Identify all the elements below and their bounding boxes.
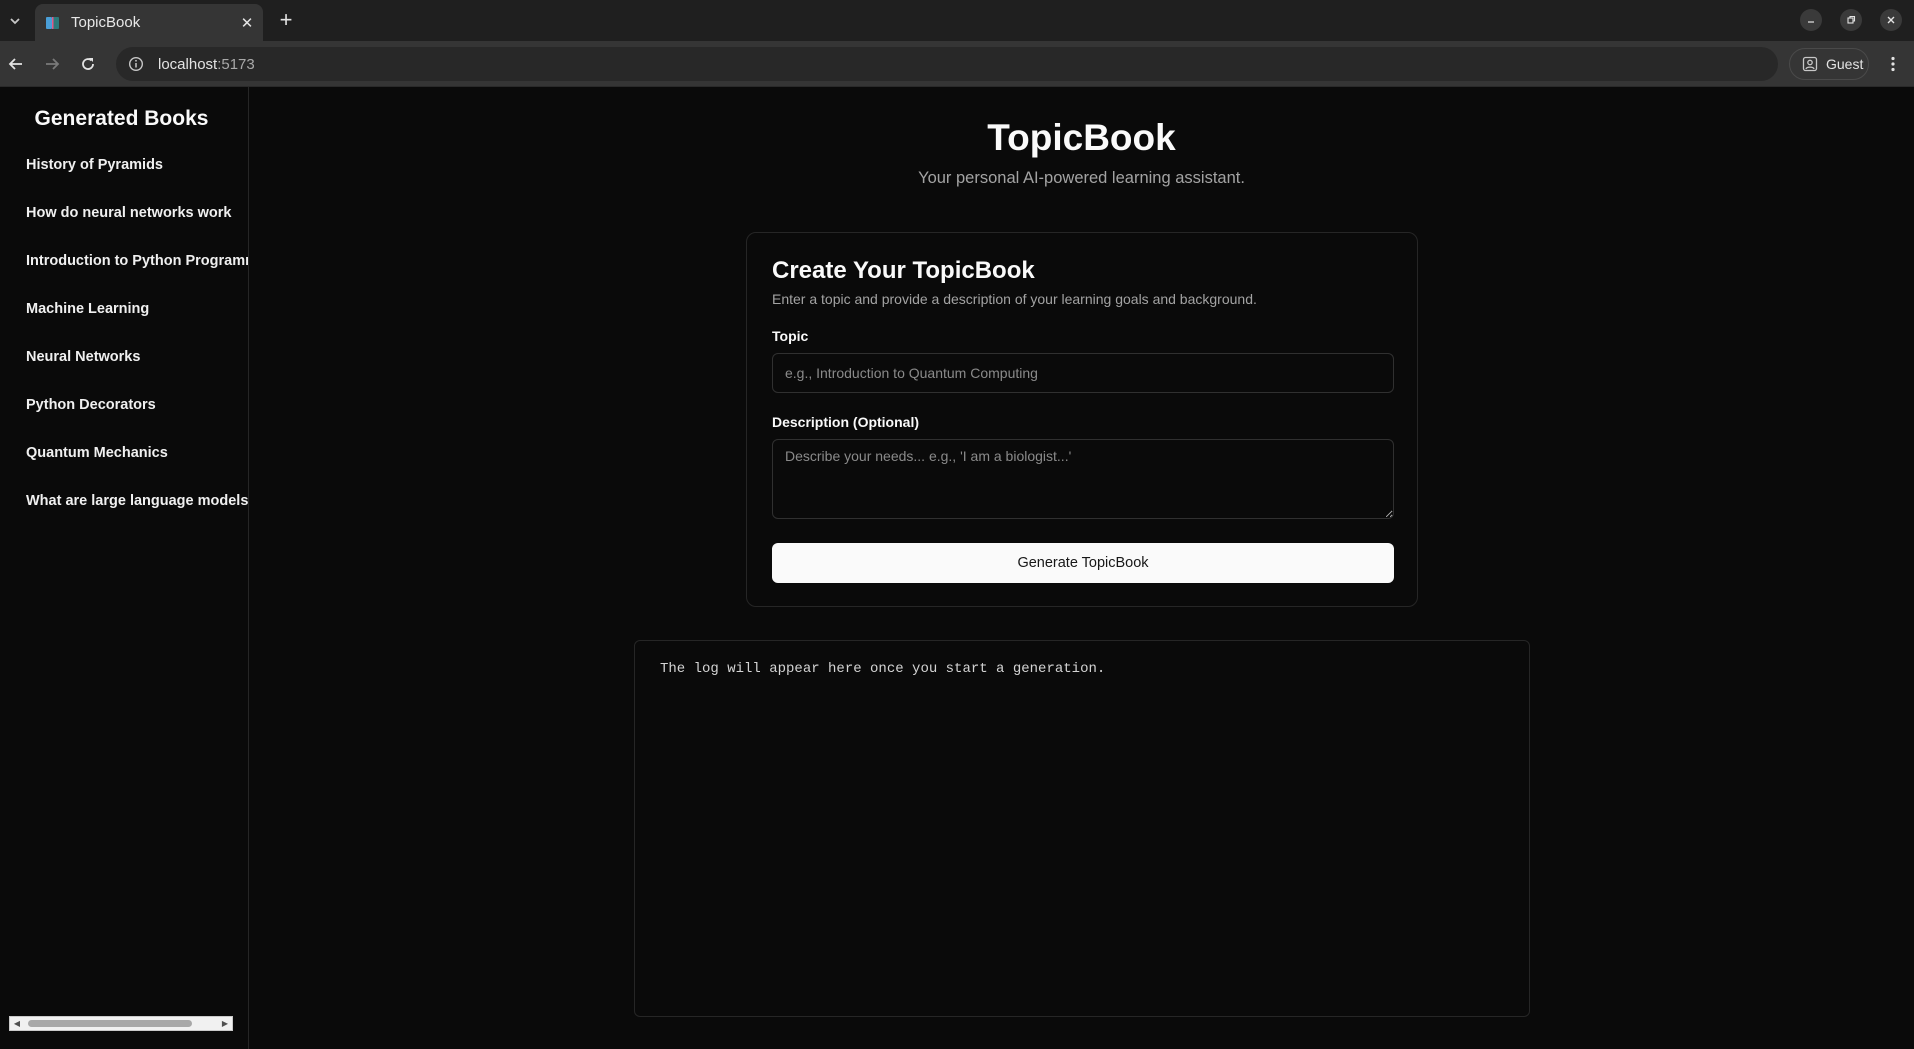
forward-arrow-icon[interactable] — [39, 51, 65, 77]
create-topicbook-card: Create Your TopicBook Enter a topic and … — [746, 232, 1418, 607]
sidebar-item-machine-learning[interactable]: Machine Learning — [26, 299, 248, 347]
tab-search-chevron-icon[interactable] — [4, 10, 26, 32]
address-bar[interactable]: localhost:5173 — [116, 47, 1778, 81]
scroll-left-arrow-icon[interactable]: ◀ — [10, 1017, 24, 1030]
sidebar-item-python-decorators[interactable]: Python Decorators — [26, 395, 248, 443]
new-tab-plus-icon[interactable]: + — [275, 9, 297, 31]
site-info-icon[interactable] — [124, 52, 148, 76]
scrollbar-thumb[interactable] — [28, 1020, 192, 1027]
topicbook-favicon-icon — [46, 16, 59, 29]
description-label: Description (Optional) — [772, 414, 919, 430]
browser-toolbar: localhost:5173 Guest — [0, 41, 1914, 87]
topic-label: Topic — [772, 328, 809, 344]
url-host: localhost — [158, 55, 218, 73]
reload-icon[interactable] — [75, 51, 101, 77]
sidebar-item-large-language-models[interactable]: What are large language models — [26, 491, 248, 539]
sidebar-item-quantum-mechanics[interactable]: Quantum Mechanics — [26, 443, 248, 491]
browser-menu-kebab-icon[interactable] — [1880, 51, 1906, 77]
app-page: Generated Books History of Pyramids How … — [0, 87, 1914, 1049]
scroll-right-arrow-icon[interactable]: ▶ — [218, 1017, 232, 1030]
sidebar-heading: Generated Books — [34, 107, 209, 130]
back-arrow-icon[interactable] — [3, 51, 29, 77]
page-subtitle: Your personal AI-powered learning assist… — [918, 169, 1245, 187]
browser-tabstrip: TopicBook ✕ + — [0, 0, 1914, 41]
sidebar-item-intro-python[interactable]: Introduction to Python Programming — [26, 251, 248, 299]
profile-guest-button[interactable]: Guest — [1789, 48, 1869, 80]
generate-topicbook-button[interactable]: Generate TopicBook — [772, 543, 1394, 583]
topic-input[interactable] — [772, 353, 1394, 393]
guest-profile-icon — [1802, 56, 1818, 72]
sidebar: Generated Books History of Pyramids How … — [0, 87, 249, 1049]
book-list: History of Pyramids How do neural networ… — [26, 155, 248, 539]
sidebar-horizontal-scrollbar[interactable]: ◀ ▶ — [9, 1016, 233, 1031]
close-window-icon[interactable] — [1880, 9, 1902, 31]
card-title: Create Your TopicBook — [772, 257, 1035, 284]
profile-label: Guest — [1826, 56, 1864, 72]
card-description: Enter a topic and provide a description … — [772, 291, 1257, 307]
sidebar-item-neural-networks-work[interactable]: How do neural networks work — [26, 203, 248, 251]
description-textarea[interactable] — [772, 439, 1394, 519]
generation-log-panel: The log will appear here once you start … — [634, 640, 1530, 1017]
url-text: localhost:5173 — [158, 56, 255, 73]
restore-window-icon[interactable] — [1840, 9, 1862, 31]
tab-close-icon[interactable]: ✕ — [237, 13, 257, 33]
sidebar-item-history-of-pyramids[interactable]: History of Pyramids — [26, 155, 248, 203]
page-title: TopicBook — [987, 117, 1176, 158]
tab-title: TopicBook — [71, 14, 141, 31]
browser-tab-active[interactable]: TopicBook ✕ — [35, 4, 263, 41]
sidebar-item-neural-networks[interactable]: Neural Networks — [26, 347, 248, 395]
url-port: :5173 — [217, 55, 255, 73]
minimize-window-icon[interactable] — [1800, 9, 1822, 31]
log-placeholder-text: The log will appear here once you start … — [660, 661, 1106, 677]
